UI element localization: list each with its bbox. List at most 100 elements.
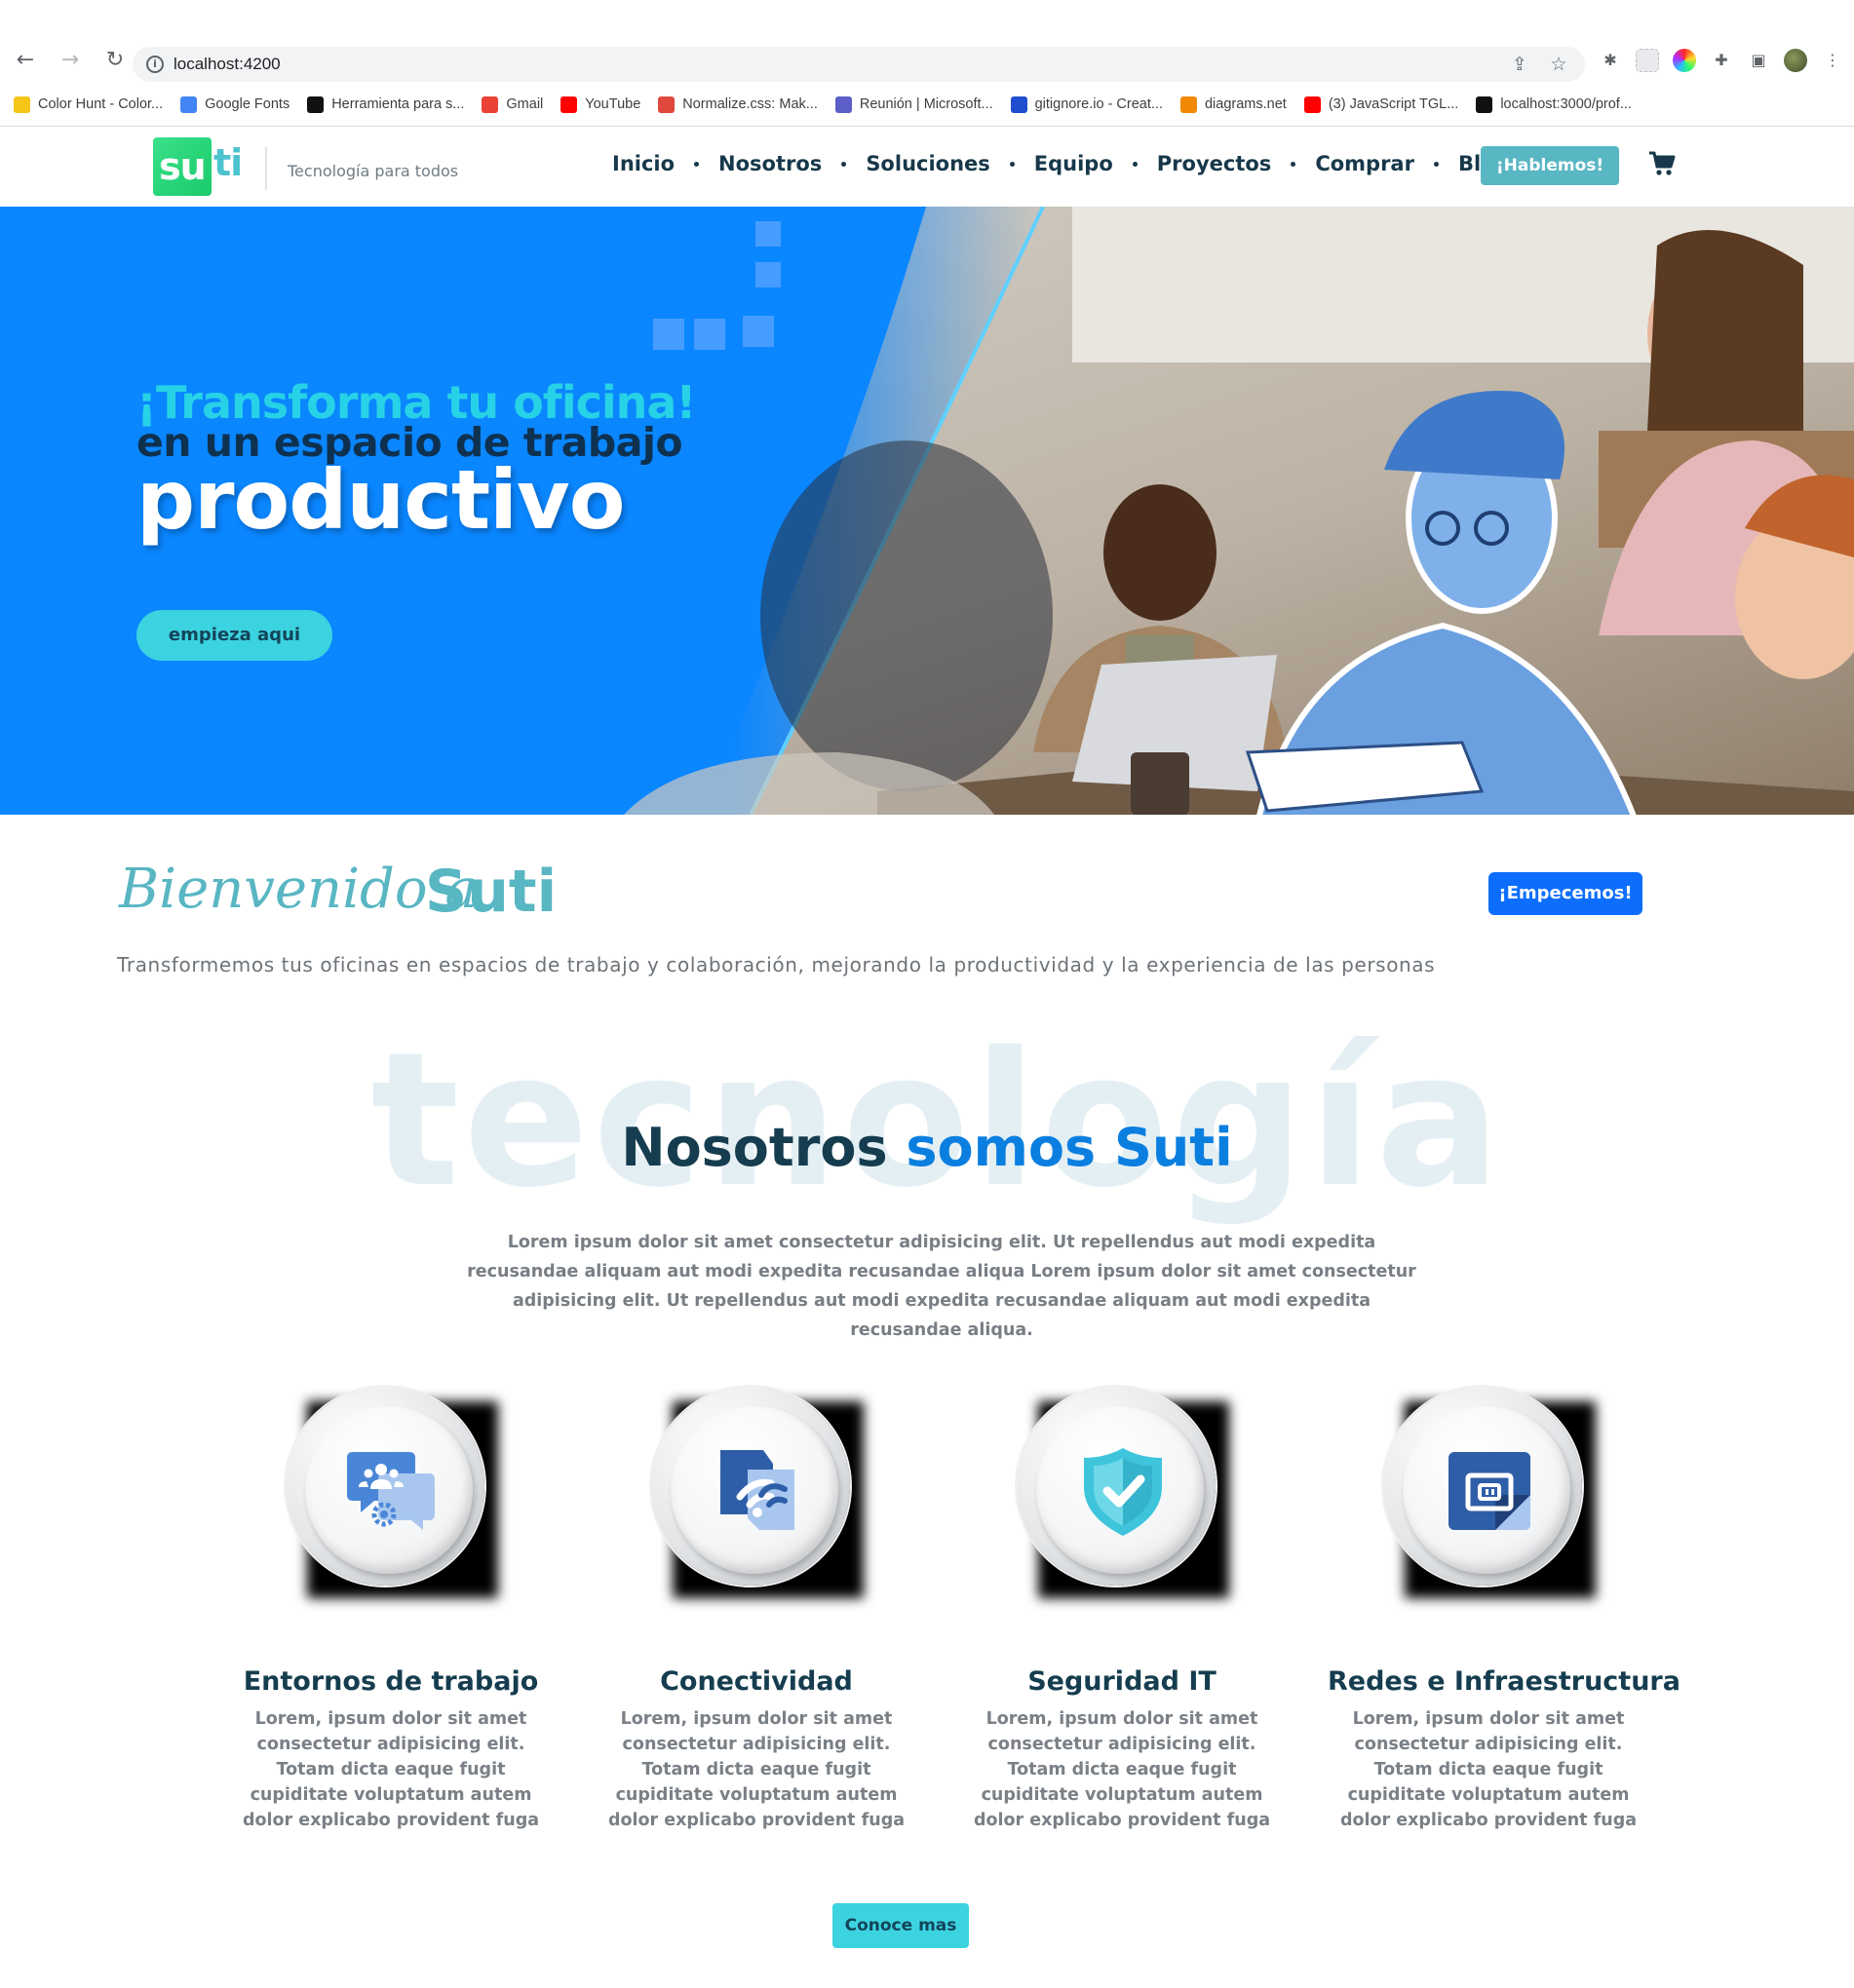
bookmark-item[interactable]: (3) JavaScript TGL... [1303,96,1458,113]
bookmark-item[interactable]: diagrams.net [1179,96,1287,113]
nav-separator [1132,161,1138,167]
bookmark-label: diagrams.net [1204,96,1287,112]
bookmark-item[interactable]: Reunión | Microsoft... [834,96,993,113]
bookmark-item[interactable]: Color Hunt - Color... [14,96,163,113]
feature-title: Redes e Infraestructura [1328,1666,1680,1697]
bookmark-star-icon[interactable]: ☆ [1548,55,1569,74]
welcome-subtitle: Transformemos tus oficinas en espacios d… [117,953,1436,976]
workspace-chat-icon [347,1452,435,1530]
nav-separator [1433,161,1439,167]
site-header: su ti Tecnología para todos Inicio Nosot… [0,128,1854,207]
google-fonts-icon [180,96,198,113]
nav-separator [694,161,700,167]
nav-item-proyectos[interactable]: Proyectos [1153,152,1276,175]
about-title-blue: somos Suti [906,1117,1233,1178]
address-url[interactable]: localhost:4200 [174,55,281,74]
share-icon[interactable]: ⇪ [1509,55,1530,74]
bookmark-label: gitignore.io - Creat... [1034,96,1163,112]
bookmark-label: YouTube [585,96,641,112]
extensions-bar: ✱ ✚ ▣ ⋮ [1599,49,1844,72]
bookmark-label: Normalize.css: Mak... [682,96,818,112]
nav-separator [1291,161,1296,167]
feature-medallion [1015,1384,1229,1598]
profile-avatar[interactable] [1784,49,1807,72]
teams-icon [834,96,852,113]
nav-separator [841,161,847,167]
feature-title: Conectividad [660,1666,853,1697]
youtube-icon [1303,96,1321,113]
feature-card-connectivity: Conectividad Lorem, ipsum dolor sit amet… [596,1384,917,1833]
browser-nav-buttons: ← → ↻ [14,49,127,72]
feature-card-security: Seguridad IT Lorem, ipsum dolor sit amet… [961,1384,1283,1833]
about-description: Lorem ipsum dolor sit amet consectetur a… [467,1233,1416,1340]
gitignore-icon [1010,96,1027,113]
puzzle-extensions-icon[interactable]: ✚ [1710,49,1733,72]
conoce-mas-button[interactable]: Conoce mas [832,1903,969,1948]
network-port-icon [1448,1452,1530,1530]
feature-medallion [1381,1384,1596,1598]
feature-text: Lorem, ipsum dolor sit amet consectetur … [973,1709,1271,1830]
shield-check-icon [1084,1448,1162,1536]
bookmark-label: localhost:3000/prof... [1500,96,1632,112]
bookmark-item[interactable]: Herramienta para s... [307,96,464,113]
nav-item-comprar[interactable]: Comprar [1311,152,1418,175]
back-arrow-icon[interactable]: ← [14,49,37,72]
nav-item-nosotros[interactable]: Nosotros [715,152,826,175]
logo-divider [265,147,267,190]
empecemos-button[interactable]: ¡Empecemos! [1488,872,1642,915]
bookmark-item[interactable]: gitignore.io - Creat... [1010,96,1163,113]
bookmark-item[interactable]: localhost:3000/prof... [1476,96,1632,113]
nav-item-soluciones[interactable]: Soluciones [862,152,993,175]
feature-text: Lorem, ipsum dolor sit amet consectetur … [607,1709,906,1830]
logo-ti-text: ti [213,141,243,184]
feature-text: Lorem, ipsum dolor sit amet consectetur … [1339,1709,1638,1830]
youtube-icon [560,96,578,113]
about-title-dark: Nosotros [621,1117,888,1178]
bookmark-item[interactable]: Google Fonts [180,96,290,113]
shopping-cart-icon[interactable] [1647,149,1677,178]
bug-extension-icon[interactable]: ✱ [1599,49,1622,72]
m-logo-icon [307,96,325,113]
welcome-script-text: Bienvenido a [119,858,478,921]
browser-chrome: ← → ↻ i localhost:4200 ⇪ ☆ ✱ ✚ ▣ ⋮ Color… [0,0,1854,127]
feature-medallion [649,1384,864,1598]
bookmark-item[interactable]: Normalize.css: Mak... [658,96,818,113]
bookmarks-bar: Color Hunt - Color... Google Fonts Herrami… [14,92,1632,117]
main-nav: Inicio Nosotros Soluciones Equipo Proyec… [608,152,1514,175]
feature-medallion [284,1384,498,1598]
bookmark-label: Gmail [506,96,544,112]
hero-title-line-3: productivo [136,452,625,548]
colorzilla-extension-icon[interactable] [1673,49,1696,72]
welcome-brand-text: Suti [425,858,558,926]
nav-separator [1009,161,1015,167]
site-info-icon[interactable]: i [146,56,164,73]
diagrams-icon [1179,96,1197,113]
address-bar[interactable]: i localhost:4200 ⇪ ☆ [133,47,1585,82]
feature-text: Lorem, ipsum dolor sit amet consectetur … [242,1709,540,1830]
about-title: Nosotros somos Suti [0,1117,1854,1178]
hero-banner: ¡Transforma tu oficina! en un espacio de… [0,207,1854,815]
hablemos-button[interactable]: ¡Hablemos! [1481,146,1619,185]
forward-arrow-icon[interactable]: → [58,49,82,72]
color-hunt-icon [14,96,30,113]
bookmark-item[interactable]: Gmail [482,96,543,113]
tagline: Tecnología para todos [288,162,459,180]
nav-item-inicio[interactable]: Inicio [608,152,678,175]
bookmark-label: Color Hunt - Color... [38,96,164,112]
feature-title: Seguridad IT [1027,1666,1217,1697]
side-panel-icon[interactable]: ▣ [1747,49,1770,72]
gmail-icon [482,96,499,113]
empieza-aqui-button[interactable]: empieza aqui [136,610,332,661]
triangle-icon [1476,96,1493,113]
nav-item-equipo[interactable]: Equipo [1030,152,1117,175]
blank-extension-icon[interactable] [1636,49,1659,72]
suti-logo[interactable]: su [153,137,212,196]
bookmark-label: Herramienta para s... [331,96,465,112]
logo-su-text: su [159,145,207,188]
reload-icon[interactable]: ↻ [103,49,127,72]
feature-card-networks: Redes e Infraestructura Lorem, ipsum dol… [1328,1384,1680,1833]
kebab-menu-icon[interactable]: ⋮ [1821,49,1844,72]
bookmark-item[interactable]: YouTube [560,96,640,113]
bookmark-label: Reunión | Microsoft... [859,96,993,112]
normalize-icon [658,96,676,113]
